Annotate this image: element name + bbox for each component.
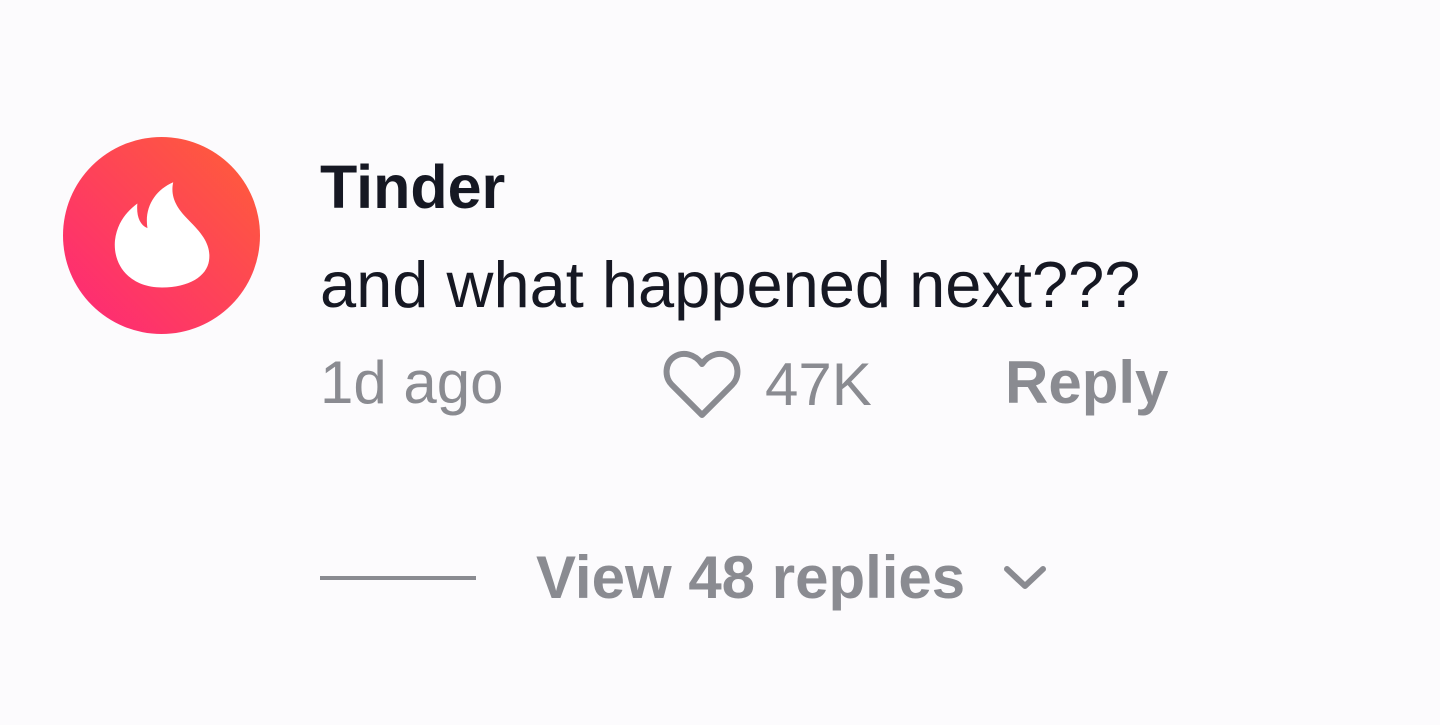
comment-actions: 1d ago 47K Reply: [320, 346, 1320, 424]
comment-timestamp: 1d ago: [320, 349, 504, 416]
replies-divider: [320, 576, 476, 580]
comment-item: Tinder and what happened next??? 1d ago …: [0, 0, 1440, 725]
reply-button[interactable]: Reply: [1005, 346, 1168, 420]
comment-text: and what happened next???: [320, 248, 1141, 321]
chevron-down-icon: [1004, 566, 1047, 589]
comment-username[interactable]: Tinder: [320, 151, 505, 223]
avatar[interactable]: [63, 137, 260, 334]
heart-outline-icon: [663, 350, 741, 418]
like-count: 47K: [765, 351, 872, 418]
like-button[interactable]: 47K: [663, 346, 872, 424]
view-replies-label: View 48 replies: [536, 544, 966, 611]
tinder-flame-icon: [114, 181, 209, 288]
view-replies-button[interactable]: View 48 replies: [536, 540, 1049, 616]
